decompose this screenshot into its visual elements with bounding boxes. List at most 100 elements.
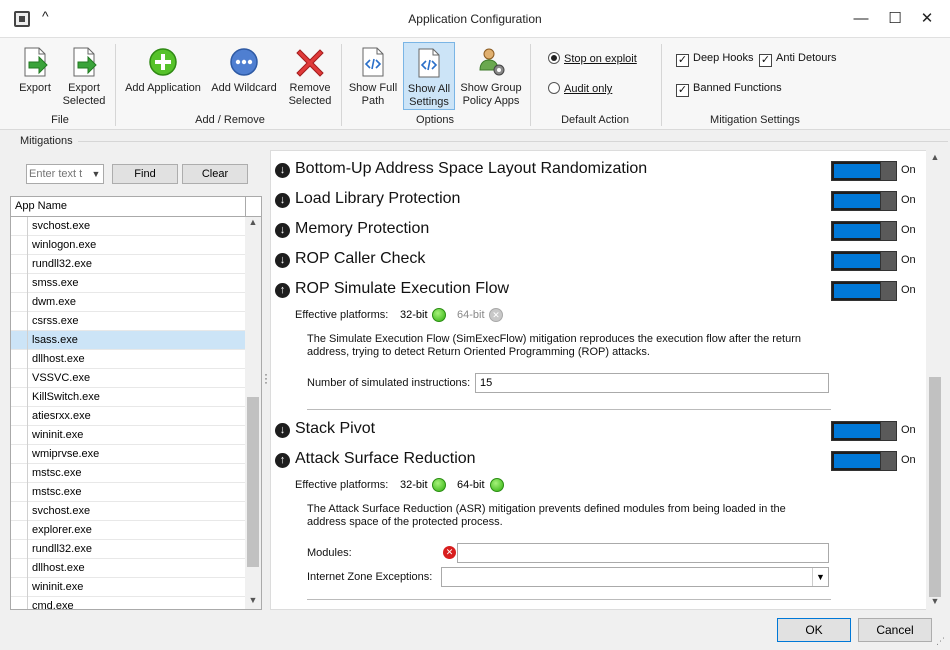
remove-selected-button[interactable]: Remove Selected xyxy=(282,42,338,110)
section-divider xyxy=(307,409,831,410)
app-list-item[interactable]: cmd.exe xyxy=(11,597,245,609)
section-divider xyxy=(307,599,831,600)
wildcard-icon xyxy=(230,48,258,76)
chevron-down-icon[interactable]: ▼ xyxy=(89,165,103,183)
app-list-item[interactable]: svchost.exe xyxy=(11,217,245,236)
modules-input[interactable] xyxy=(457,543,829,563)
stop-on-exploit-radio[interactable]: Stop on exploit xyxy=(548,52,637,65)
stack-pivot-toggle[interactable] xyxy=(831,421,897,441)
deep-hooks-label: Deep Hooks xyxy=(693,52,754,64)
ribbon-divider xyxy=(115,44,116,126)
mitigation-aslr[interactable]: ↓ Bottom-Up Address Space Layout Randomi… xyxy=(275,159,935,183)
mitigation-settings-panel: ↓ Bottom-Up Address Space Layout Randomi… xyxy=(270,150,944,610)
clear-button[interactable]: Clear xyxy=(182,164,248,184)
show-group-policy-button[interactable]: Show Group Policy Apps xyxy=(458,42,524,110)
column-header-spacer xyxy=(246,197,261,217)
app-list-item[interactable]: VSSVC.exe xyxy=(11,369,245,388)
app-list-item[interactable]: KillSwitch.exe xyxy=(11,388,245,407)
group-policy-icon xyxy=(479,48,505,76)
app-list-item[interactable]: wininit.exe xyxy=(11,578,245,597)
resize-grip-icon[interactable]: ⋰ xyxy=(936,636,945,647)
export-selected-button[interactable]: Export Selected xyxy=(60,42,108,110)
asr-toggle[interactable] xyxy=(831,451,897,471)
title-bar: ^ Application Configuration — ☐ ✕ xyxy=(0,0,950,38)
app-list-item[interactable]: csrss.exe xyxy=(11,312,245,331)
scrollbar-thumb[interactable] xyxy=(929,377,941,597)
mitigation-title: ROP Caller Check xyxy=(295,250,426,267)
scroll-down-icon[interactable]: ▼ xyxy=(245,595,261,605)
toggle-state-label: On xyxy=(901,164,916,176)
export-icon xyxy=(24,47,48,77)
app-list-item[interactable]: rundll32.exe xyxy=(11,255,245,274)
scroll-up-icon[interactable]: ▲ xyxy=(926,152,944,162)
mitigation-memory[interactable]: ↓ Memory Protection On xyxy=(275,219,935,243)
add-wildcard-button[interactable]: Add Wildcard xyxy=(208,42,280,110)
radio-selected-icon xyxy=(548,52,560,64)
app-list-item[interactable]: smss.exe xyxy=(11,274,245,293)
scrollbar-thumb[interactable] xyxy=(247,397,259,567)
cancel-button[interactable]: Cancel xyxy=(858,618,932,642)
collapse-up-icon[interactable]: ↑ xyxy=(275,453,290,468)
audit-only-radio[interactable]: Audit only xyxy=(548,82,612,95)
scroll-up-icon[interactable]: ▲ xyxy=(245,217,261,227)
find-button[interactable]: Find xyxy=(112,164,178,184)
memory-toggle[interactable] xyxy=(831,221,897,241)
app-list-item[interactable]: rundll32.exe xyxy=(11,540,245,559)
expand-down-icon[interactable]: ↓ xyxy=(275,193,290,208)
toggle-state-label: On xyxy=(901,224,916,236)
show-all-settings-button[interactable]: Show All Settings xyxy=(403,42,455,110)
app-list-item[interactable]: wmiprvse.exe xyxy=(11,445,245,464)
app-rows: svchost.exe winlogon.exe rundll32.exe smss.… xyxy=(11,217,245,609)
mitigations-section-label: Mitigations xyxy=(20,135,73,147)
mitigation-stack-pivot[interactable]: ↓ Stack Pivot On xyxy=(275,419,935,443)
app-list-item[interactable]: dllhost.exe xyxy=(11,350,245,369)
minimize-button[interactable]: — xyxy=(846,6,876,32)
close-button[interactable]: ✕ xyxy=(912,6,942,32)
app-list-item[interactable]: mstsc.exe xyxy=(11,464,245,483)
collapse-up-icon[interactable]: ↑ xyxy=(275,283,290,298)
app-list-item[interactable]: lsass.exe xyxy=(11,331,245,350)
scroll-down-icon[interactable]: ▼ xyxy=(926,596,944,606)
mitigation-asr[interactable]: ↑ Attack Surface Reduction On xyxy=(275,449,935,473)
list-scrollbar[interactable]: ▲ ▼ xyxy=(245,217,261,609)
mitigation-rop-simulate[interactable]: ↑ ROP Simulate Execution Flow On xyxy=(275,279,935,303)
banned-functions-label: Banned Functions xyxy=(693,82,782,94)
aslr-toggle[interactable] xyxy=(831,161,897,181)
app-list-item[interactable]: dllhost.exe xyxy=(11,559,245,578)
settings-scrollbar[interactable]: ▲ ▼ xyxy=(926,150,944,610)
app-list-item[interactable]: svchost.exe xyxy=(11,502,245,521)
mitigation-load-library[interactable]: ↓ Load Library Protection On xyxy=(275,189,935,213)
deep-hooks-checkbox[interactable]: ✓ Deep Hooks xyxy=(676,52,754,67)
modules-label: Modules: xyxy=(307,547,352,559)
expand-down-icon[interactable]: ↓ xyxy=(275,163,290,178)
mitigation-rop-caller[interactable]: ↓ ROP Caller Check On xyxy=(275,249,935,273)
add-application-button[interactable]: Add Application xyxy=(122,42,204,110)
expand-down-icon[interactable]: ↓ xyxy=(275,223,290,238)
rop-caller-toggle[interactable] xyxy=(831,251,897,271)
export-selected-label: Export Selected xyxy=(62,82,106,107)
ribbon-divider xyxy=(530,44,531,126)
banned-functions-checkbox[interactable]: ✓ Banned Functions xyxy=(676,82,782,97)
add-application-label: Add Application xyxy=(125,82,201,94)
app-list-item[interactable]: dwm.exe xyxy=(11,293,245,312)
anti-detours-checkbox[interactable]: ✓ Anti Detours xyxy=(759,52,837,67)
app-list-item[interactable]: winlogon.exe xyxy=(11,236,245,255)
rop-simulate-toggle[interactable] xyxy=(831,281,897,301)
toggle-state-label: On xyxy=(901,284,916,296)
maximize-button[interactable]: ☐ xyxy=(880,6,910,32)
app-list-item[interactable]: explorer.exe xyxy=(11,521,245,540)
expand-down-icon[interactable]: ↓ xyxy=(275,423,290,438)
effective-platforms-label: Effective platforms: xyxy=(295,309,389,321)
chevron-down-icon[interactable]: ▼ xyxy=(812,568,828,586)
app-list-item[interactable]: wininit.exe xyxy=(11,426,245,445)
export-button[interactable]: Export xyxy=(12,42,58,110)
internet-zone-select[interactable]: ▼ xyxy=(441,567,829,587)
show-full-path-button[interactable]: Show Full Path xyxy=(346,42,400,110)
expand-down-icon[interactable]: ↓ xyxy=(275,253,290,268)
app-list-item[interactable]: mstsc.exe xyxy=(11,483,245,502)
app-list-item[interactable]: atiesrxx.exe xyxy=(11,407,245,426)
ok-button[interactable]: OK xyxy=(777,618,851,642)
sim-instructions-input[interactable]: 15 xyxy=(475,373,829,393)
load-library-toggle[interactable] xyxy=(831,191,897,211)
column-header-app-name[interactable]: App Name xyxy=(11,197,246,217)
